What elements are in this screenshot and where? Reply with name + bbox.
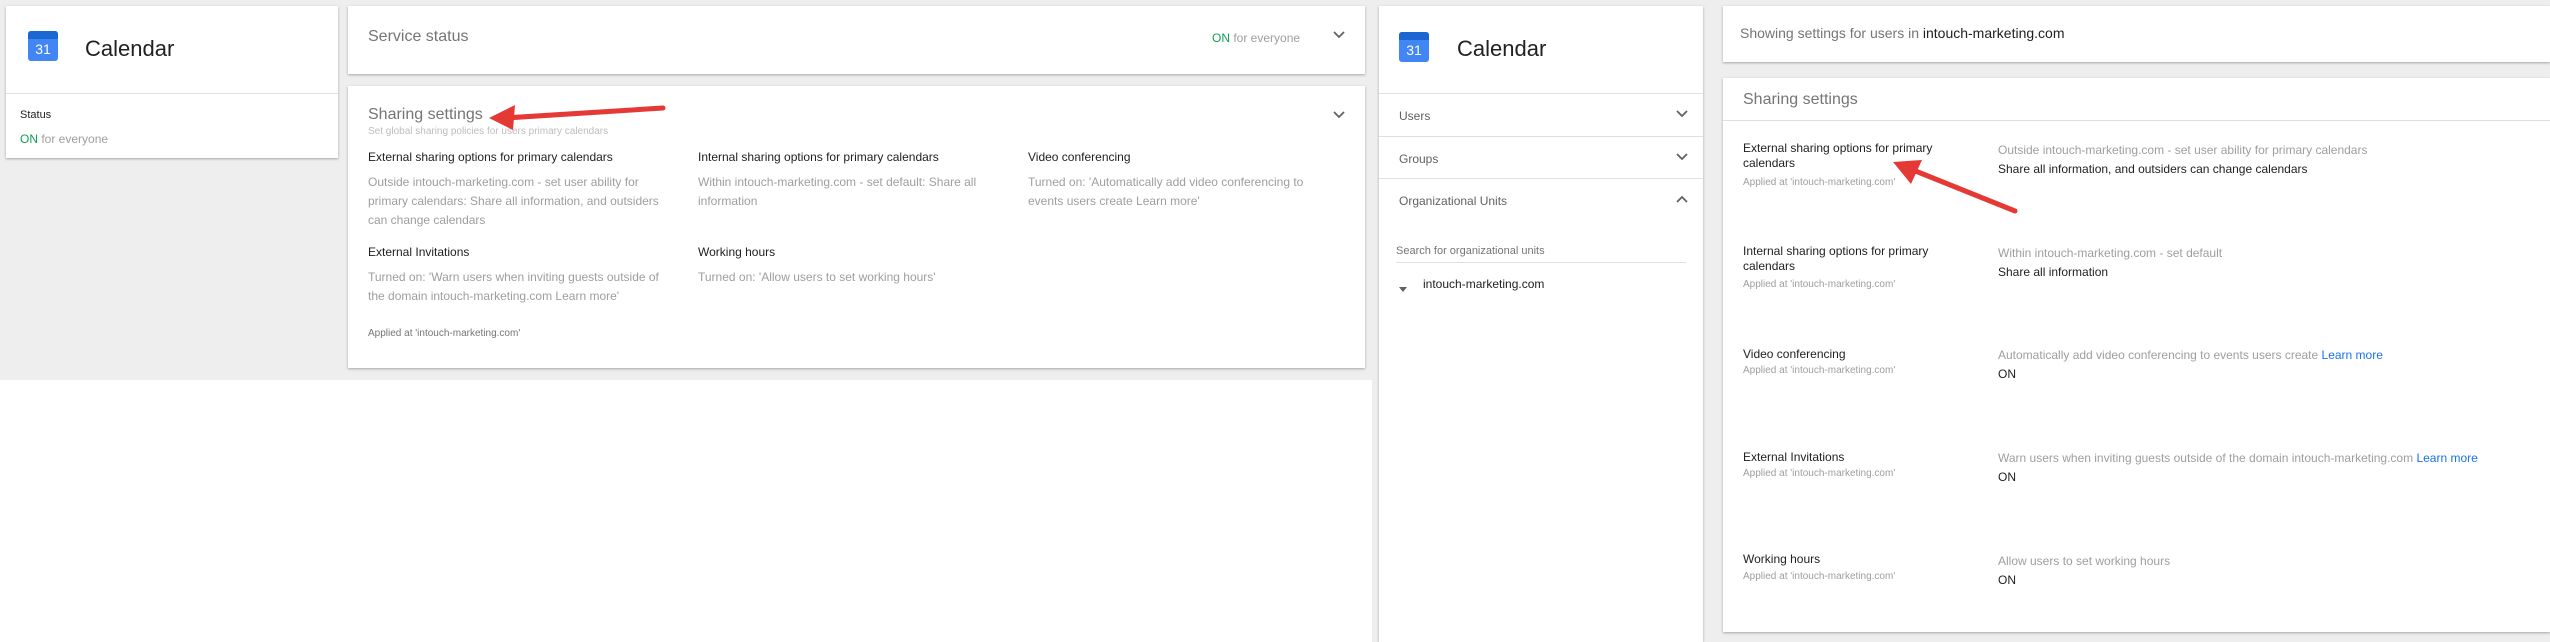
arrow-annotation-left [489,105,666,130]
annotation-arrows [489,105,2018,214]
arrow-annotation-right [1893,160,2018,214]
